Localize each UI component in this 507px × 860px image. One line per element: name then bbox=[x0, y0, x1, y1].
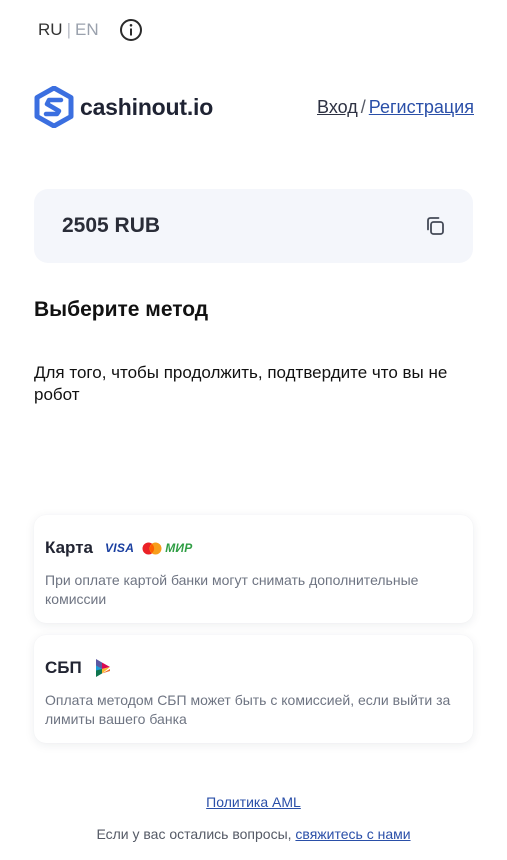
mastercard-icon bbox=[142, 542, 162, 555]
lang-separator: | bbox=[66, 20, 71, 39]
card-description: При оплате картой банки могут снимать до… bbox=[45, 572, 419, 607]
lang-ru[interactable]: RU bbox=[38, 20, 63, 40]
captcha-text: Для того, чтобы продолжить, подтвердите … bbox=[34, 363, 448, 404]
header: cashinout.io Вход / Регистрация bbox=[34, 86, 474, 128]
cashinout-logo-icon bbox=[34, 86, 74, 128]
language-switcher: RU | EN bbox=[38, 19, 143, 41]
auth-separator: / bbox=[360, 96, 366, 117]
aml-policy-link[interactable]: Политика AML bbox=[206, 794, 301, 810]
logo-text: cashinout.io bbox=[80, 93, 214, 120]
mir-logo: МИР bbox=[165, 541, 193, 555]
auth-links: Вход / Регистрация bbox=[317, 97, 474, 118]
info-icon[interactable] bbox=[119, 18, 143, 42]
payment-method-card[interactable]: Карта VISA МИР При оплате картой банки м… bbox=[34, 515, 473, 623]
amount-box: 2505 RUB bbox=[34, 189, 473, 263]
sbp-icon bbox=[94, 658, 112, 678]
sbp-description: Оплата методом СБП может быть с комиссие… bbox=[45, 692, 451, 727]
logo[interactable]: cashinout.io bbox=[34, 86, 213, 128]
visa-logo: VISA bbox=[104, 541, 135, 555]
sbp-header: СБП bbox=[45, 657, 462, 679]
support-note: Если у вас остались вопросы, свяжитесь с… bbox=[0, 826, 507, 842]
register-link[interactable]: Регистрация bbox=[369, 97, 474, 117]
lang-en[interactable]: EN bbox=[75, 20, 99, 40]
card-header: Карта VISA МИР bbox=[45, 537, 462, 559]
sbp-title: СБП bbox=[45, 658, 82, 677]
support-note-text: Если у вас остались вопросы, bbox=[96, 826, 296, 842]
amount-value: 2505 RUB bbox=[62, 214, 161, 237]
aml-policy: Политика AML bbox=[0, 794, 507, 810]
login-link[interactable]: Вход bbox=[317, 97, 358, 117]
payment-method-sbp[interactable]: СБП Оплата методом СБП может быть с коми… bbox=[34, 635, 473, 743]
card-title: Карта bbox=[45, 538, 93, 557]
contact-link[interactable]: свяжитесь с нами bbox=[295, 826, 410, 842]
copy-icon[interactable] bbox=[423, 214, 447, 238]
method-title: Выберите метод bbox=[34, 298, 209, 321]
